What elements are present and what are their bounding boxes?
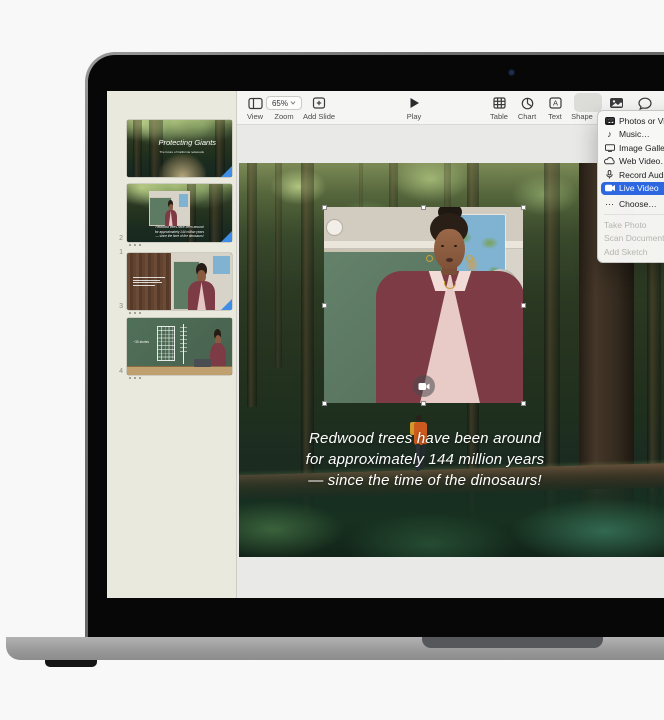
selection-handle[interactable] — [322, 303, 327, 308]
slide-number: 1 — [109, 249, 123, 256]
live-video-icon — [604, 184, 615, 192]
menu-item-image-gallery[interactable]: Image Gallery — [598, 141, 664, 155]
slide1-subtitle: The future of California redwoods — [160, 150, 230, 154]
laptop-foot — [45, 660, 97, 667]
play-button[interactable]: Play — [386, 95, 442, 121]
chalk-label: ~30 stories — [133, 340, 149, 344]
add-slide-icon — [291, 95, 347, 111]
ellipsis-icon: ··· — [604, 199, 615, 209]
mini-text-box — [133, 277, 165, 287]
desk-laptop — [194, 359, 211, 367]
webcam-dot — [509, 70, 514, 75]
add-slide-button[interactable]: Add Slide — [291, 95, 347, 121]
slide-thumbnail-4[interactable]: ~30 stories — [127, 318, 232, 375]
slide-thumbnail-2[interactable]: Redwood trees have been around for appro… — [127, 184, 232, 242]
slide-number: 2 — [109, 235, 123, 242]
selection-handle[interactable] — [521, 303, 526, 308]
thumbnail-corner-badge — [221, 231, 232, 242]
comment-button[interactable] — [617, 95, 664, 111]
keynote-window: 1 Protecting Giants The future of Califo… — [107, 91, 664, 598]
microphone-icon — [604, 170, 615, 179]
selection-handle[interactable] — [322, 205, 327, 210]
menu-item-live-video[interactable]: Live Video — [601, 182, 664, 196]
mini-live-video — [149, 191, 190, 226]
zoom-value: 65% — [272, 99, 288, 108]
play-icon — [386, 95, 442, 111]
thumbnail-corner-badge — [221, 166, 232, 177]
photos-icon — [604, 117, 615, 125]
menu-item-photos-or-videos[interactable]: Photos or Videos — [598, 114, 664, 128]
build-dots — [129, 377, 141, 379]
menu-item-web-video[interactable]: Web Video… — [598, 155, 664, 169]
slide-caption-text[interactable]: Redwood trees have been around for appro… — [277, 428, 573, 491]
web-video-icon — [604, 157, 615, 165]
media-dropdown-menu: Photos or Videos ♪ Music… Image Gallery … — [597, 110, 664, 263]
live-video-object[interactable] — [324, 207, 523, 403]
build-dots — [129, 312, 141, 314]
chalk-tree-drawing — [183, 324, 185, 364]
presenter-figure — [354, 207, 494, 403]
screenshot-stage: 1 Protecting Giants The future of Califo… — [0, 0, 664, 720]
menu-separator — [604, 214, 664, 215]
chalk-building-drawing — [157, 326, 175, 361]
comment-bubble-icon — [617, 95, 664, 111]
selection-handle[interactable] — [421, 401, 426, 406]
menu-item-take-photo: Take Photo — [598, 218, 664, 232]
slide1-title: Protecting Giants — [159, 139, 230, 147]
slide-thumbnail-3[interactable] — [127, 253, 232, 310]
live-video-badge — [413, 375, 435, 397]
selection-handle[interactable] — [421, 205, 426, 210]
menu-item-choose[interactable]: ··· Choose… — [598, 198, 664, 212]
mini-caption: Redwood trees have been around for appro… — [131, 225, 228, 238]
menu-item-scan-documents: Scan Documents — [598, 232, 664, 246]
classroom-desk — [127, 366, 232, 375]
slide-thumbnail-1[interactable]: Protecting Giants The future of Californ… — [127, 120, 232, 177]
slide-number: 3 — [109, 303, 123, 310]
slide-number: 4 — [109, 368, 123, 375]
forest-path — [159, 154, 206, 177]
wall-clock — [326, 219, 343, 236]
menu-item-record-audio[interactable]: Record Audio — [598, 168, 664, 182]
build-dots — [129, 244, 141, 246]
menu-item-music[interactable]: ♪ Music… — [598, 128, 664, 142]
image-gallery-icon — [604, 144, 615, 152]
selection-handle[interactable] — [322, 401, 327, 406]
menu-item-add-sketch: Add Sketch — [598, 245, 664, 259]
thumbnail-corner-badge — [221, 299, 232, 310]
video-camera-icon — [418, 382, 430, 391]
slide-navigator: 1 Protecting Giants The future of Califo… — [107, 91, 237, 598]
selection-handle[interactable] — [521, 401, 526, 406]
laptop-base — [6, 637, 664, 660]
laptop-lid-notch — [422, 637, 603, 648]
music-note-icon: ♪ — [604, 129, 615, 139]
selection-handle[interactable] — [521, 205, 526, 210]
